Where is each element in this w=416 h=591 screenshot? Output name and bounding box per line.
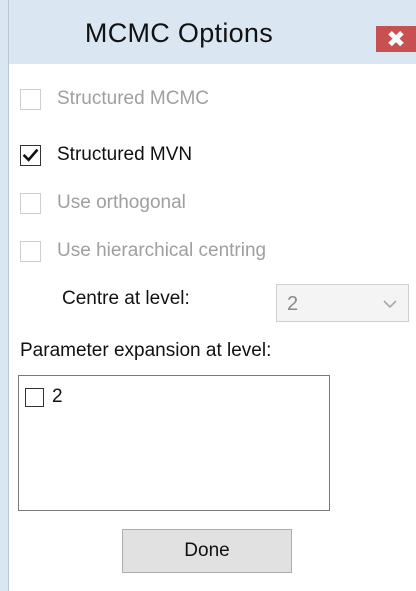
use-orthogonal-label: Use orthogonal	[57, 192, 186, 213]
structured-mvn-checkbox[interactable]	[20, 144, 41, 166]
level-2-checkbox[interactable]	[25, 387, 44, 407]
checkmark-icon	[22, 148, 39, 162]
centre-at-level-label: Centre at level:	[62, 288, 190, 309]
centre-level-select[interactable]: 2	[276, 284, 409, 322]
structured-mcmc-option: Structured MCMC	[20, 84, 209, 114]
mcmc-options-window: MCMC Options ✖ Structured MCMC Structure…	[0, 0, 416, 591]
parameter-expansion-list[interactable]: 2	[18, 375, 330, 511]
parameter-expansion-label: Parameter expansion at level:	[20, 340, 272, 361]
structured-mcmc-checkbox[interactable]	[20, 88, 41, 110]
use-orthogonal-option: Use orthogonal	[20, 188, 186, 218]
structured-mcmc-label: Structured MCMC	[57, 88, 210, 109]
use-hierarchical-centring-label: Use hierarchical centring	[57, 240, 267, 261]
use-orthogonal-checkbox[interactable]	[20, 192, 41, 214]
list-item[interactable]: 2	[25, 386, 63, 408]
dialog-body: Structured MCMC Structured MVN Use ortho…	[10, 64, 416, 591]
chevron-down-icon	[382, 298, 398, 310]
level-2-label: 2	[52, 386, 63, 407]
use-hierarchical-centring-option: Use hierarchical centring	[20, 236, 266, 266]
structured-mvn-option: Structured MVN	[20, 140, 192, 170]
centre-level-value: 2	[287, 293, 299, 315]
window-left-border	[0, 0, 9, 591]
done-button[interactable]: Done	[122, 529, 292, 573]
window-title: MCMC Options	[84, 18, 274, 48]
title-bar[interactable]: MCMC Options ✖	[9, 0, 416, 64]
close-button[interactable]: ✖	[376, 26, 416, 52]
structured-mvn-label: Structured MVN	[57, 144, 193, 165]
use-hierarchical-centring-checkbox[interactable]	[20, 240, 41, 262]
close-icon: ✖	[386, 25, 406, 52]
